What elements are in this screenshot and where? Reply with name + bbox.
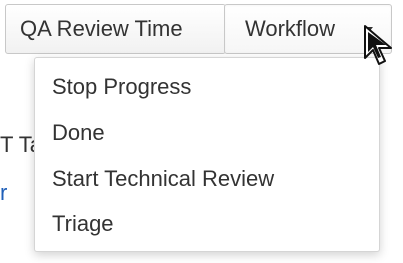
background-fragment-link[interactable]: r: [0, 180, 8, 206]
workflow-dropdown-menu: Stop Progress Done Start Technical Revie…: [34, 57, 380, 252]
menu-item-triage[interactable]: Triage: [52, 211, 114, 237]
menu-item-stop-progress[interactable]: Stop Progress: [52, 74, 191, 100]
menu-item-done[interactable]: Done: [52, 120, 105, 146]
menu-item-start-technical-review[interactable]: Start Technical Review: [52, 166, 274, 192]
qa-review-time-button[interactable]: QA Review Time: [5, 4, 226, 54]
mouse-pointer-icon: [364, 25, 392, 65]
issue-toolbar: QA Review Time Workflow: [0, 0, 403, 62]
background-fragment-text: T Ta: [0, 132, 34, 157]
workflow-button-label: Workflow: [245, 16, 336, 41]
